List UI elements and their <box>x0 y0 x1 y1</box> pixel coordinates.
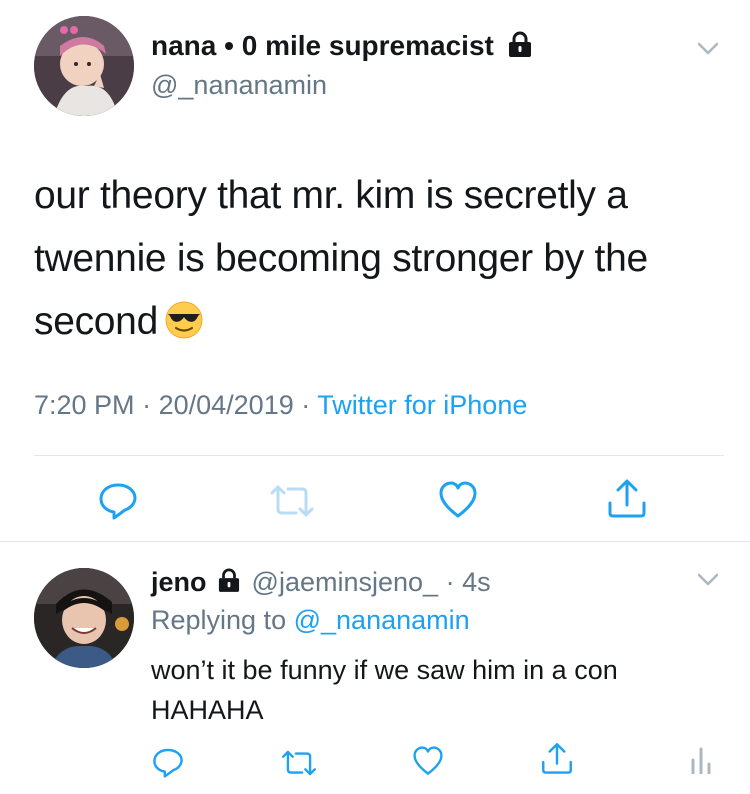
author-display-name: nana • 0 mile supremacist <box>151 30 494 61</box>
reply-button[interactable] <box>98 480 138 520</box>
retweet-button[interactable] <box>268 483 316 519</box>
divider <box>34 455 724 456</box>
reply-icon <box>98 480 138 520</box>
like-icon <box>412 746 444 776</box>
analytics-button[interactable] <box>690 746 712 774</box>
reply-handle: @jaeminsjeno_ <box>251 567 439 597</box>
share-button[interactable] <box>606 477 648 519</box>
like-button[interactable] <box>412 746 444 776</box>
tweet-time: 7:20 PM <box>34 390 135 420</box>
author-avatar[interactable] <box>34 16 134 116</box>
avatar-image <box>34 568 134 668</box>
tweet-date: 20/04/2019 <box>158 390 294 420</box>
chevron-down-icon[interactable] <box>697 573 719 587</box>
analytics-icon <box>690 746 712 774</box>
reply-icon <box>152 745 184 779</box>
share-icon <box>540 741 574 775</box>
reply-button[interactable] <box>152 745 184 779</box>
like-icon <box>438 481 478 519</box>
tweet-meta: 7:20 PM · 20/04/2019 · Twitter for iPhon… <box>34 390 527 421</box>
share-icon <box>606 477 648 519</box>
meta-separator: · <box>301 390 311 420</box>
like-button[interactable] <box>438 481 478 519</box>
reply-text-line: HAHAHA <box>151 695 264 725</box>
divider <box>0 541 750 542</box>
replying-to-link[interactable]: @_nananamin <box>294 605 470 635</box>
tweet-source-link[interactable]: Twitter for iPhone <box>317 390 527 420</box>
retweet-icon <box>280 748 318 778</box>
reply-text-line: won’t it be funny if we saw him in a con <box>151 655 618 685</box>
reply-display-name: jeno <box>151 567 207 597</box>
replying-to-prefix: Replying to <box>151 605 287 635</box>
lock-icon <box>508 31 532 64</box>
meta-separator: · <box>142 390 152 420</box>
tweet-text-fragment: second <box>34 300 158 343</box>
reply-author-avatar[interactable] <box>34 568 134 668</box>
chevron-down-icon[interactable] <box>697 42 719 56</box>
share-button[interactable] <box>540 741 574 775</box>
replying-to: Replying to @_nananamin <box>151 605 470 636</box>
avatar-image <box>34 16 134 116</box>
reply-age: · 4s <box>445 567 491 597</box>
author-name-row[interactable]: nana • 0 mile supremacist <box>151 30 532 64</box>
reply-author-row[interactable]: jeno @jaeminsjeno_ · 4s <box>151 567 491 599</box>
tweet-text-line: second <box>34 290 724 359</box>
author-handle[interactable]: @_nananamin <box>151 70 327 101</box>
retweet-button[interactable] <box>280 748 318 778</box>
lock-icon <box>218 568 240 599</box>
tweet-text-line: our theory that mr. kim is secretly a <box>34 174 628 217</box>
reply-text: won’t it be funny if we saw him in a con… <box>151 650 618 730</box>
retweet-icon <box>268 483 316 519</box>
tweet-text-line: twennie is becoming stronger by the <box>34 237 648 280</box>
sunglasses-emoji-icon <box>164 296 204 359</box>
tweet-text: our theory that mr. kim is secretly a tw… <box>34 164 724 359</box>
